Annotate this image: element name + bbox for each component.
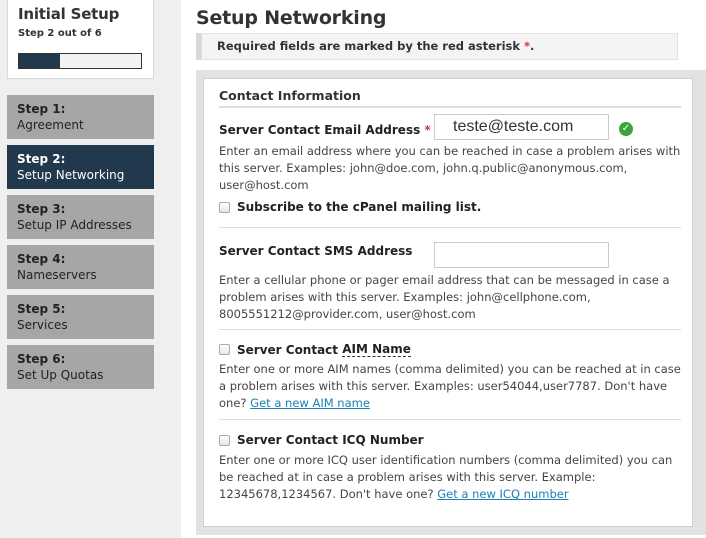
aim-row[interactable]: Server Contact AIM Name [219,342,411,357]
email-field[interactable] [434,114,609,140]
sms-address-field[interactable] [434,242,609,268]
step-name: Nameservers [17,268,97,282]
step-name: Services [17,318,68,332]
sidebar-step-setup-networking[interactable]: Step 2: Setup Networking [7,145,154,189]
setup-progress-box: Initial Setup Step 2 out of 6 [7,0,154,79]
notice-text: Required fields are marked by the red as… [217,39,525,53]
icq-label: Server Contact ICQ Number [237,433,424,447]
subscribe-row[interactable]: Subscribe to the cPanel mailing list. [219,200,481,214]
sidebar-step-agreement[interactable]: Step 1: Agreement [7,95,154,139]
contact-form-frame: Contact Information Server Contact Email… [196,70,706,535]
section-title: Contact Information [219,88,681,108]
email-label-text: Server Contact Email Address [219,123,425,137]
step-name: Setup IP Addresses [17,218,132,232]
icq-row[interactable]: Server Contact ICQ Number [219,433,424,447]
step-name: Setup Networking [17,168,125,182]
sidebar-step-set-up-quotas[interactable]: Step 6: Set Up Quotas [7,345,154,389]
notice-end: . [530,39,535,53]
icq-help: Enter one or more ICQ user identificatio… [219,452,689,503]
step-number: Step 2: [17,152,66,166]
aim-label-abbr: AIM Name [342,342,411,357]
step-number: Step 6: [17,352,66,366]
icq-checkbox[interactable] [219,434,230,446]
step-number: Step 3: [17,202,66,216]
sidebar-step-services[interactable]: Step 5: Services [7,295,154,339]
divider [219,329,681,330]
progress-bar [18,53,142,69]
step-number: Step 4: [17,252,66,266]
page-title: Setup Networking [196,7,387,29]
step-name: Set Up Quotas [17,368,104,382]
required-asterisk: * [424,123,431,137]
subscribe-label: Subscribe to the cPanel mailing list. [237,200,482,214]
check-circle-icon: ✓ [619,122,633,136]
sms-label: Server Contact SMS Address [219,244,413,258]
sms-help-text: Enter a cellular phone or pager email ad… [219,273,670,321]
divider [219,419,681,420]
contact-information-panel: Contact Information Server Contact Email… [203,78,693,527]
main-content: Setup Networking Required fields are mar… [181,0,706,538]
get-aim-name-link[interactable]: Get a new AIM name [250,396,370,410]
step-number: Step 5: [17,302,66,316]
step-number: Step 1: [17,102,66,116]
step-list: Step 1: Agreement Step 2: Setup Networki… [7,95,154,395]
get-icq-number-link[interactable]: Get a new ICQ number [437,487,568,501]
setup-step-count: Step 2 out of 6 [18,28,102,39]
aim-checkbox[interactable] [219,344,230,355]
subscribe-checkbox[interactable] [219,201,230,213]
step-name: Agreement [17,118,84,132]
aim-help: Enter one or more AIM names (comma delim… [219,361,689,412]
email-help-text: Enter an email address where you can be … [219,144,681,192]
divider [219,227,681,228]
sidebar: Initial Setup Step 2 out of 6 Step 1: Ag… [0,0,181,538]
aim-label-prefix: Server Contact [237,342,339,357]
sidebar-step-setup-ip-addresses[interactable]: Step 3: Setup IP Addresses [7,195,154,239]
setup-title: Initial Setup [18,5,120,23]
required-fields-notice: Required fields are marked by the red as… [196,33,678,60]
progress-bar-fill [19,54,60,68]
sidebar-step-nameservers[interactable]: Step 4: Nameservers [7,245,154,289]
email-label: Server Contact Email Address * [219,123,431,137]
